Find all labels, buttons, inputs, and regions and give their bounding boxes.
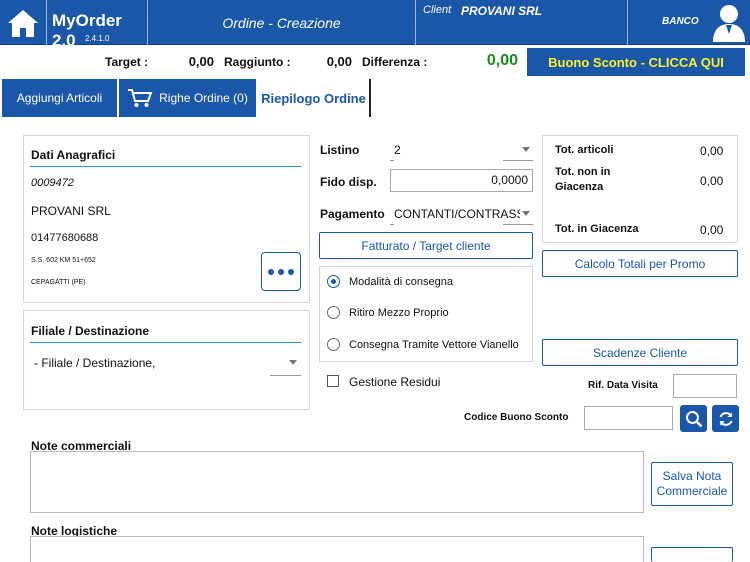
gestione-residui-label: Gestione Residui	[349, 375, 441, 389]
tab-riepilogo-ordine[interactable]: Riepilogo Ordine	[258, 79, 371, 117]
note-logistiche-textarea[interactable]	[30, 536, 644, 562]
filiale-select[interactable]: - Filiale / Destinazione,	[30, 350, 301, 376]
fido-input[interactable]: 0,0000	[390, 169, 533, 192]
user-label: BANCO	[662, 16, 699, 27]
pagamento-value: CONTANTI/CONTRASS	[394, 207, 520, 221]
chevron-down-icon	[289, 360, 297, 365]
radio-ritiro-mezzo-proprio[interactable]	[327, 306, 340, 319]
tab-righe-ordine[interactable]: Righe Ordine (0)	[119, 79, 256, 117]
codice-buono-input[interactable]	[584, 406, 673, 430]
cart-icon	[128, 89, 153, 107]
target-label: Target :	[105, 55, 149, 69]
differenza-value: 0,00	[486, 52, 518, 69]
fatturato-target-button[interactable]: Fatturato / Target cliente	[319, 232, 533, 259]
app-brand: MyOrder 2.0 2.4.1.0	[47, 0, 148, 50]
client-city: CEPAGATTI (PE)	[31, 279, 86, 286]
rif-data-visita-label: Rif. Data Visita	[588, 380, 658, 391]
client-info: Client PROVANI SRL	[416, 0, 628, 45]
calcolo-totali-promo-button[interactable]: Calcolo Totali per Promo	[542, 250, 738, 277]
app-name: MyOrder 2.0	[52, 11, 122, 50]
radio-label: Ritiro Mezzo Proprio	[349, 307, 449, 319]
client-phone: 01477680688	[31, 232, 99, 244]
screen-title: Ordine - Creazione	[148, 0, 416, 45]
tot-giacenza-value: 0,00	[700, 223, 724, 237]
anagrafica-title-underline	[30, 166, 301, 167]
tot-non-giacenza-value: 0,00	[700, 174, 724, 188]
tot-articoli-label: Tot. articoli	[555, 144, 614, 156]
listino-value: 2	[394, 143, 401, 157]
tot-non-giacenza-label-2: Giacenza	[555, 181, 604, 193]
dot	[268, 268, 274, 275]
refresh-button[interactable]	[712, 405, 739, 432]
salva-nota-label-1: Salva Nota	[662, 469, 722, 483]
chevron-down-icon	[522, 211, 530, 216]
tot-non-giacenza-label-1: Tot. non in	[555, 166, 611, 178]
select-underline	[390, 160, 394, 161]
client-value: PROVANI SRL	[461, 4, 543, 18]
radio-label: Consegna Tramite Vettore Vianello	[349, 339, 519, 351]
select-underline	[270, 375, 301, 376]
differenza-label: Differenza :	[362, 55, 428, 69]
select-underline	[390, 224, 394, 225]
salva-nota-commerciale-button[interactable]: Salva Nota Commerciale	[651, 462, 733, 506]
refresh-icon	[719, 411, 732, 426]
select-underline	[503, 160, 533, 161]
tot-articoli-value: 0,00	[700, 144, 724, 158]
listino-label: Listino	[320, 143, 360, 157]
raggiunto-label: Raggiunto :	[224, 55, 291, 69]
filiale-selected-value: - Filiale / Destinazione,	[34, 356, 156, 370]
chevron-down-icon	[522, 147, 530, 152]
search-button[interactable]	[680, 405, 707, 432]
salva-nota-label-2: Commerciale	[656, 484, 728, 498]
listino-select[interactable]: 2	[390, 139, 533, 161]
codice-buono-label: Codice Buono Sconto	[464, 412, 569, 423]
gestione-residui-checkbox[interactable]	[327, 375, 339, 387]
more-options-button[interactable]	[261, 252, 301, 291]
pagamento-select[interactable]: CONTANTI/CONTRASS	[390, 203, 533, 225]
radio-label: Modalità di consegna	[349, 276, 453, 288]
voucher-button[interactable]: Buono Sconto - CLICCA QUI	[527, 48, 745, 76]
select-underline	[503, 224, 533, 225]
filiale-title: Filiale / Destinazione	[31, 324, 150, 338]
user-area[interactable]: BANCO	[628, 0, 750, 45]
fido-label: Fido disp.	[320, 175, 377, 189]
dot	[288, 268, 294, 275]
tab-righe-label: Righe Ordine (0)	[159, 91, 248, 105]
client-name: PROVANI SRL	[31, 204, 111, 218]
home-icon	[8, 9, 38, 37]
rif-data-visita-input[interactable]	[673, 374, 737, 398]
target-value: 0,00	[188, 54, 214, 69]
scadenze-cliente-button[interactable]: Scadenze Cliente	[542, 339, 738, 366]
client-label: Client	[423, 4, 452, 16]
tot-giacenza-label: Tot. in Giacenza	[555, 223, 639, 235]
dot	[278, 268, 284, 275]
radio-consegna-vettore[interactable]	[327, 338, 340, 351]
user-avatar-icon	[713, 5, 745, 42]
note-commerciali-textarea[interactable]	[30, 451, 644, 513]
search-icon	[685, 410, 702, 427]
pagamento-label: Pagamento	[320, 207, 385, 221]
raggiunto-value: 0,00	[326, 54, 352, 69]
radio-modalita-consegna[interactable]	[327, 275, 340, 288]
filiale-title-underline	[30, 342, 301, 343]
tab-aggiungi-articoli[interactable]: Aggiungi Articoli	[2, 79, 117, 117]
top-bar: MyOrder 2.0 2.4.1.0 Ordine - Creazione C…	[0, 0, 750, 50]
anagrafica-title: Dati Anagrafici	[31, 148, 116, 162]
client-code: 0009472	[31, 177, 74, 189]
home-button[interactable]	[0, 0, 47, 45]
client-address: S.S. 602 KM 51+652	[31, 257, 96, 264]
salva-nota-logistica-button[interactable]	[651, 547, 733, 562]
app-version: 2.4.1.0	[85, 34, 110, 43]
